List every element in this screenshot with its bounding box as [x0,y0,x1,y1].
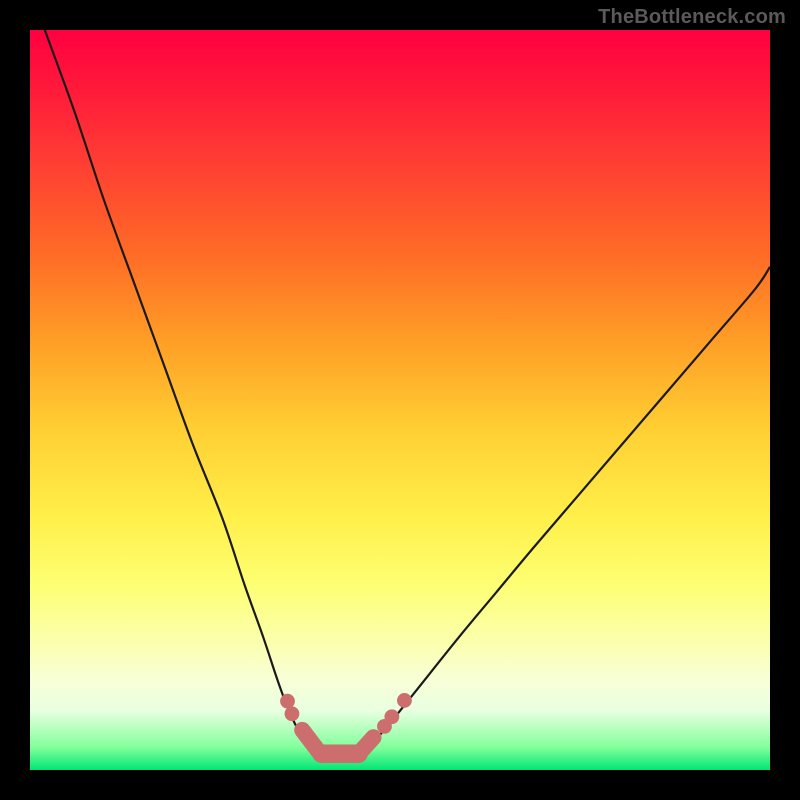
curve-layer [45,30,770,757]
marker-dot-0 [280,694,295,709]
marker-dot-6 [384,709,399,724]
watermark-text: TheBottleneck.com [598,6,786,29]
marker-dot-7 [397,693,412,708]
marker-seg-4 [360,737,373,752]
chart-svg [30,30,770,770]
bottleneck-curve [45,30,770,757]
marker-dot-1 [285,706,300,721]
outer-frame: TheBottleneck.com [0,0,800,800]
marker-layer [280,693,412,754]
